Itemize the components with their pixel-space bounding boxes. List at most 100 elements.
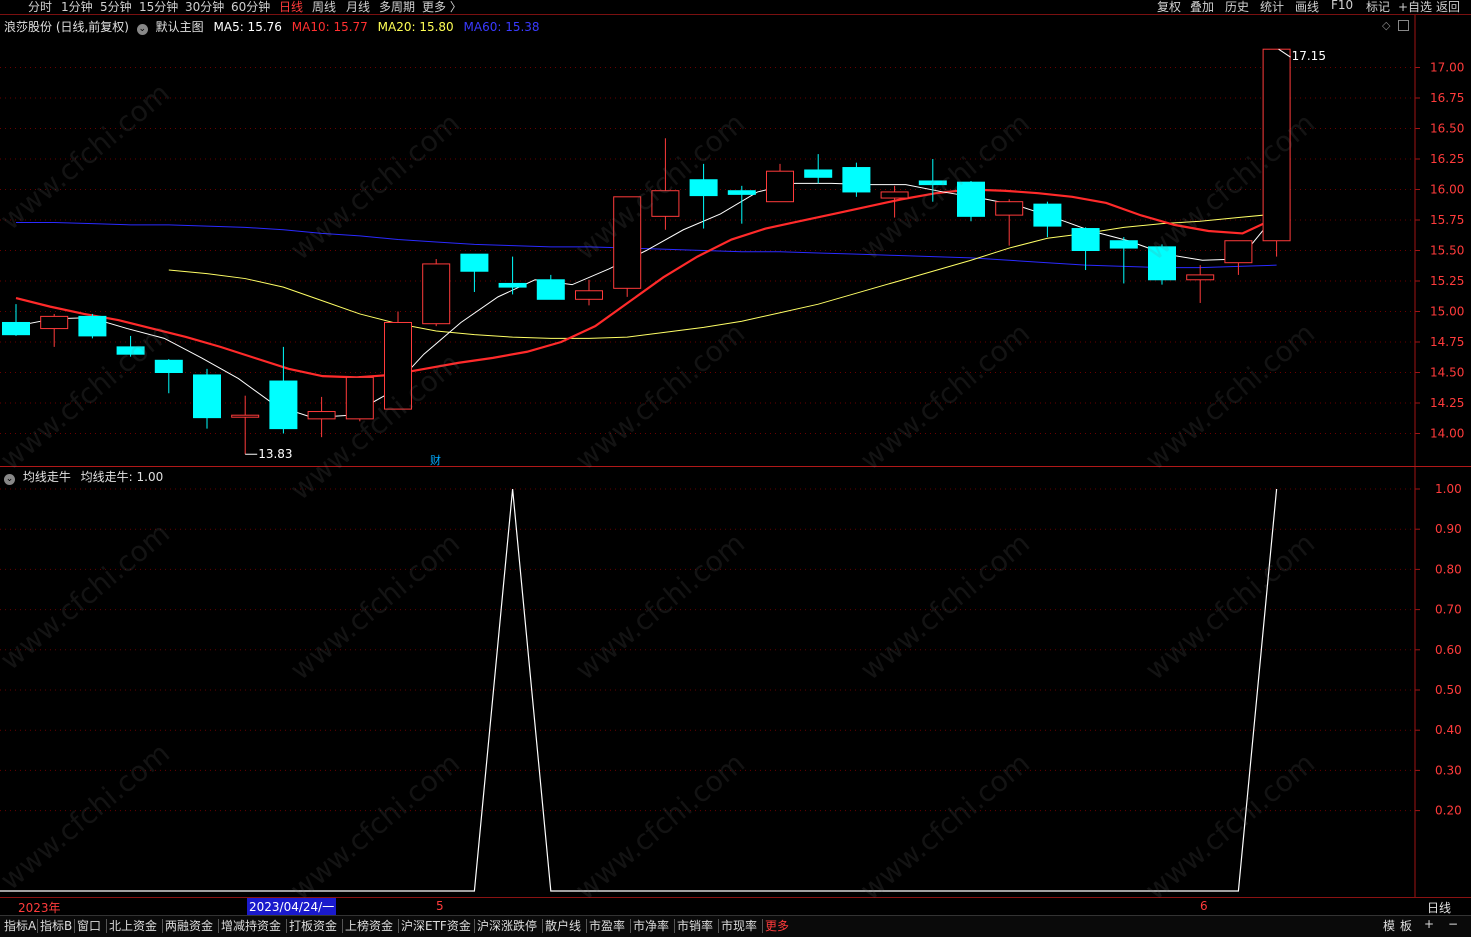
candle-body xyxy=(766,170,794,203)
candle-body xyxy=(651,190,680,217)
period-tab-3[interactable]: 15分钟 xyxy=(139,0,178,15)
collapse-icon[interactable]: ⌄ xyxy=(136,24,148,35)
candle-body xyxy=(78,315,107,337)
price-tick-label: 16.50 xyxy=(1430,122,1464,136)
tab-separator xyxy=(398,919,399,933)
bottom-tab-6[interactable]: 打板资金 xyxy=(289,917,337,934)
candle-body xyxy=(804,169,833,178)
toolbar-button-2[interactable]: 历史 xyxy=(1225,0,1249,15)
bottom-tab-11[interactable]: 市盈率 xyxy=(589,917,625,934)
bottom-tab-8[interactable]: 沪深ETF资金 xyxy=(401,917,471,934)
candle-body xyxy=(880,191,909,199)
toolbar-button-8[interactable]: 返回 xyxy=(1436,0,1460,15)
signal-tick-label: 0.90 xyxy=(1435,522,1462,536)
candle-body xyxy=(460,253,489,272)
bottom-tab-15[interactable]: 更多 xyxy=(765,917,789,934)
candle-body xyxy=(613,196,642,289)
price-tick-label: 15.50 xyxy=(1430,244,1464,258)
candle-body xyxy=(995,201,1024,216)
period-tab-10[interactable]: 更多 〉 xyxy=(422,0,462,15)
signal-tick-label: 0.20 xyxy=(1435,804,1462,818)
stock-name[interactable]: 浪莎股份 (日线,前复权) xyxy=(4,20,129,34)
bottom-right-button-2[interactable]: + xyxy=(1424,917,1434,931)
main-chart-panel[interactable]: 17.00 16.75 16.50 16.25 16.00 15.75 15.50 15.25… xyxy=(0,15,1471,467)
period-label[interactable]: 日线 xyxy=(1427,899,1451,916)
period-tab-4[interactable]: 30分钟 xyxy=(185,0,224,15)
bottom-tab-12[interactable]: 市净率 xyxy=(633,917,669,934)
candle-body xyxy=(842,167,871,193)
toolbar-button-7[interactable]: +自选 xyxy=(1398,0,1432,15)
price-tick-label: 16.00 xyxy=(1430,183,1464,197)
bottom-right-button-3[interactable]: − xyxy=(1448,917,1458,931)
tab-separator xyxy=(474,919,475,933)
ma10-label: MA10: 15.77 xyxy=(291,20,368,34)
price-tick-label: 16.25 xyxy=(1430,152,1464,166)
diamond-icon[interactable]: ◇ xyxy=(1382,19,1390,32)
candle-body xyxy=(384,321,412,410)
year-label: 2023年 xyxy=(18,901,61,915)
indicator-name[interactable]: 均线走牛 xyxy=(23,470,71,484)
candle-body xyxy=(1148,246,1176,281)
bottom-tab-7[interactable]: 上榜资金 xyxy=(345,917,393,934)
bottom-tab-4[interactable]: 两融资金 xyxy=(165,917,213,934)
period-tab-7[interactable]: 周线 xyxy=(312,0,336,15)
time-axis: 2023年 2023/04/24/一 5 6 日线 xyxy=(0,897,1471,916)
bottom-tab-14[interactable]: 市现率 xyxy=(721,917,757,934)
candle-body xyxy=(957,181,985,217)
period-tab-5[interactable]: 60分钟 xyxy=(231,0,270,15)
bottom-right-button-1[interactable]: 板 xyxy=(1400,917,1412,934)
window-toggle-icon[interactable] xyxy=(1398,20,1409,31)
period-tab-6[interactable]: 日线 xyxy=(279,0,303,15)
signal-tick-label: 0.50 xyxy=(1435,683,1462,697)
bottom-tab-13[interactable]: 市销率 xyxy=(677,917,713,934)
tab-separator xyxy=(218,919,219,933)
signal-tick-label: 1.00 xyxy=(1435,482,1462,496)
signal-tick-label: 0.60 xyxy=(1435,643,1462,657)
ma10-line xyxy=(15,188,1278,379)
ma20-label: MA20: 15.80 xyxy=(377,20,454,34)
signal-tick-label: 0.70 xyxy=(1435,603,1462,617)
template-name[interactable]: 默认主图 xyxy=(156,20,204,34)
tab-separator xyxy=(762,919,763,933)
collapse-icon[interactable]: ⌄ xyxy=(4,474,15,485)
indicator-tab-bar: 指标A 指标B 窗口 北上资金 两融资金 增减持资金 打板资金 上榜资金 沪深ETF资金 沪深涨跌… xyxy=(0,915,1471,937)
toolbar-button-6[interactable]: 标记 xyxy=(1366,0,1390,15)
candlestick-chart[interactable]: 17.00 16.75 16.50 16.25 16.00 15.75 15.50 15.25… xyxy=(0,15,1471,467)
price-tick-label: 14.50 xyxy=(1430,366,1464,380)
tab-separator xyxy=(37,919,38,933)
bottom-tab-1[interactable]: 指标B xyxy=(40,917,72,934)
candle-body xyxy=(727,190,756,195)
bottom-tab-3[interactable]: 北上资金 xyxy=(109,917,157,934)
price-tick-label: 17.00 xyxy=(1430,61,1464,75)
toolbar-button-1[interactable]: 叠加 xyxy=(1190,0,1214,15)
tab-separator xyxy=(342,919,343,933)
bottom-right-button-0[interactable]: 模 xyxy=(1383,917,1395,934)
price-tick-label: 15.00 xyxy=(1430,305,1464,319)
bottom-tab-9[interactable]: 沪深涨跌停 xyxy=(477,917,537,934)
candle-body xyxy=(231,414,260,418)
bottom-tab-2[interactable]: 窗口 xyxy=(77,917,101,934)
tab-separator xyxy=(674,919,675,933)
period-tab-0[interactable]: 分时 xyxy=(28,0,52,15)
toolbar-button-5[interactable]: F10 xyxy=(1331,0,1353,12)
bottom-tab-0[interactable]: 指标A xyxy=(4,917,36,934)
period-tab-1[interactable]: 1分钟 xyxy=(61,0,93,15)
indicator-panel[interactable]: 1.00 0.90 0.80 0.70 0.60 0.50 0.40 0.30 0.20 ⌄ 均… xyxy=(0,467,1471,897)
ma60-label: MA60: 15.38 xyxy=(463,20,540,34)
bottom-tab-10[interactable]: 散户线 xyxy=(545,917,581,934)
indicator-legend: ⌄ 均线走牛 均线走牛: 1.00 xyxy=(4,468,163,485)
period-tab-8[interactable]: 月线 xyxy=(346,0,370,15)
candle-body xyxy=(1186,274,1215,281)
toolbar-button-0[interactable]: 复权 xyxy=(1157,0,1181,15)
toolbar-button-4[interactable]: 画线 xyxy=(1295,0,1319,15)
indicator-value: 均线走牛: 1.00 xyxy=(80,470,164,484)
period-tab-9[interactable]: 多周期 xyxy=(379,0,415,15)
candle-body xyxy=(498,282,527,288)
toolbar-button-3[interactable]: 统计 xyxy=(1260,0,1284,15)
tab-separator xyxy=(718,919,719,933)
period-tab-2[interactable]: 5分钟 xyxy=(100,0,132,15)
signal-chart[interactable]: 1.00 0.90 0.80 0.70 0.60 0.50 0.40 0.30 0.20 xyxy=(0,467,1471,897)
tab-separator xyxy=(542,919,543,933)
bottom-tab-5[interactable]: 增减持资金 xyxy=(221,917,281,934)
signal-tick-label: 0.80 xyxy=(1435,562,1462,576)
